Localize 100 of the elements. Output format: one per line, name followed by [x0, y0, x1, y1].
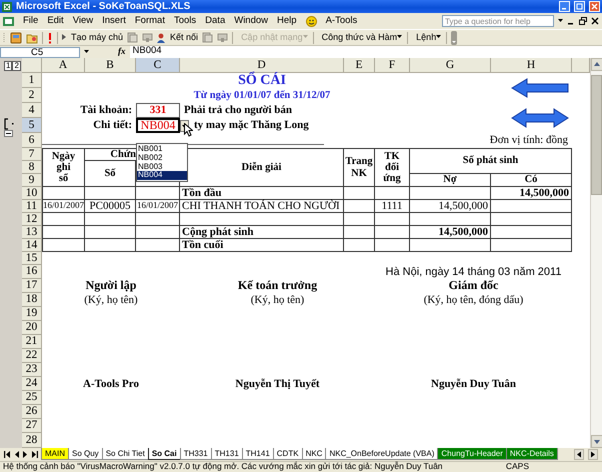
menu-item[interactable]: Edit	[47, 16, 64, 26]
row-header[interactable]: 10	[22, 187, 42, 200]
first-tab-icon[interactable]	[4, 450, 10, 458]
toolbar-options-icon[interactable]	[451, 30, 458, 44]
row-header[interactable]: 1	[22, 73, 42, 88]
column-header[interactable]: B	[85, 58, 136, 73]
sheet-tab[interactable]: TH331	[180, 448, 212, 460]
outline-level-button[interactable]: 1	[4, 60, 12, 70]
outline-level-button[interactable]: 2	[12, 60, 21, 70]
row-header[interactable]: 15	[22, 252, 42, 265]
menu-item[interactable]: Help	[277, 16, 297, 26]
sheet-tab[interactable]: TH131	[210, 448, 243, 460]
sheet-tab[interactable]: TH141	[242, 448, 274, 460]
row-header[interactable]: 17	[22, 279, 42, 293]
menu-item[interactable]: Window	[234, 16, 268, 26]
column-header[interactable]: E	[344, 58, 375, 73]
folder-icon[interactable]	[26, 32, 38, 44]
sheet-tab[interactable]: So Quy	[68, 448, 103, 460]
table-cell	[42, 226, 85, 239]
status-message: Hệ thống cảnh báo "VirusMacroWarning" v2.0.7.0 tự động mở. Các vướng mắc xin gửi tới tác giả: Nguyễn Duy Tuân	[3, 462, 443, 472]
function-button[interactable]: fx	[118, 47, 126, 57]
signature-note: (Ký, họ tên)	[250, 293, 306, 307]
table-cell	[85, 239, 136, 252]
caret-icon[interactable]	[84, 50, 90, 54]
table-cell: PC00005	[85, 200, 136, 213]
sheet-tab[interactable]: CDTK	[272, 448, 303, 460]
row-header[interactable]: 7	[22, 148, 42, 161]
column-header[interactable]: G	[410, 58, 491, 73]
row-header[interactable]: 13	[22, 226, 42, 239]
column-header[interactable]: H	[491, 58, 572, 73]
database-icon[interactable]	[10, 32, 22, 44]
scroll-down-icon[interactable]	[591, 435, 602, 448]
toolbar-button[interactable]: Kết nối	[157, 32, 198, 42]
sheet-tab[interactable]: MAIN	[41, 448, 69, 460]
scroll-left-icon[interactable]	[574, 448, 584, 460]
row-header[interactable]: 8	[22, 161, 42, 174]
caret-icon[interactable]	[558, 19, 563, 23]
alert-icon[interactable]	[47, 32, 53, 44]
row-header[interactable]: 21	[22, 335, 42, 349]
row-header[interactable]: 22	[22, 349, 42, 363]
close-icon[interactable]	[591, 17, 599, 25]
row-header[interactable]: 26	[22, 405, 42, 419]
sheet-tab[interactable]: NKC-Details	[506, 448, 558, 460]
sheet-tab[interactable]: So Cai	[148, 448, 181, 460]
row-header[interactable]: 16	[22, 265, 42, 279]
row-header[interactable]: 5	[22, 118, 42, 133]
report-title: SỔ CÁI	[237, 73, 287, 88]
row-header[interactable]: 11	[22, 200, 42, 213]
row-header[interactable]: 25	[22, 391, 42, 405]
column-header[interactable]: A	[42, 58, 85, 73]
next-tab-icon[interactable]	[23, 450, 28, 458]
row-header[interactable]: 23	[22, 363, 42, 377]
column-header[interactable]: D	[180, 58, 344, 73]
column-header[interactable]: F	[375, 58, 410, 73]
scroll-up-icon[interactable]	[591, 58, 602, 71]
toolbar-button[interactable]: Tạo máy chủ	[62, 32, 124, 42]
menu-item[interactable]: View	[72, 16, 94, 26]
sheet-tab[interactable]: ChungTu-Header	[437, 448, 507, 460]
name-box[interactable]: C5	[0, 46, 80, 58]
row-header[interactable]: 12	[22, 213, 42, 226]
column-header[interactable]: C	[136, 58, 180, 73]
menu-item[interactable]: A-Tools	[326, 16, 358, 26]
menu-item[interactable]: Tools	[174, 16, 196, 26]
row-header[interactable]: 27	[22, 419, 42, 433]
scroll-thumb[interactable]	[591, 75, 602, 195]
menu-item[interactable]: Format	[134, 16, 165, 26]
maximize-icon[interactable]	[574, 1, 585, 12]
menu-item[interactable]: File	[23, 16, 38, 26]
previous-tab-icon[interactable]	[14, 450, 19, 458]
detail-code-cell[interactable]: NB004	[136, 118, 180, 133]
row-header[interactable]: 2	[22, 88, 42, 103]
menu-item[interactable]: Data	[205, 16, 226, 26]
row-header[interactable]: 18	[22, 293, 42, 307]
row-header[interactable]: 6	[22, 133, 42, 148]
dropdown-button[interactable]: Lệnh	[412, 32, 442, 42]
user-icon	[157, 32, 166, 42]
last-tab-icon[interactable]	[32, 450, 38, 458]
sheet-tab[interactable]: NKC_OnBeforeUpdate (VBA)	[325, 448, 438, 460]
row-header[interactable]: 4	[22, 103, 42, 118]
help-search-field[interactable]: Type a question for help	[442, 15, 554, 27]
outline-bracket-icon	[4, 118, 16, 130]
sheet-tab[interactable]: So Chi Tiet	[102, 448, 149, 460]
table-cell	[85, 226, 136, 239]
scroll-right-icon[interactable]	[588, 448, 598, 460]
menu-item[interactable]: Insert	[102, 16, 126, 26]
row-header[interactable]: 14	[22, 239, 42, 252]
table-cell	[136, 226, 180, 239]
collapse-icon[interactable]	[4, 130, 13, 137]
dropdown-button[interactable]: Công thức và Hàm	[318, 32, 404, 42]
row-header[interactable]: 28	[22, 433, 42, 448]
formula-field[interactable]: NB004	[130, 46, 602, 58]
row-header[interactable]: 9	[22, 174, 42, 187]
row-header[interactable]: 24	[22, 377, 42, 391]
dropdown-option[interactable]: NB004	[137, 171, 187, 180]
caret-icon	[397, 35, 404, 40]
caret-icon	[436, 35, 442, 40]
row-header[interactable]: 19	[22, 307, 42, 321]
row-header[interactable]: 20	[22, 321, 42, 335]
restore-icon[interactable]	[579, 17, 587, 25]
sheet-tab[interactable]: NKC	[302, 448, 326, 460]
